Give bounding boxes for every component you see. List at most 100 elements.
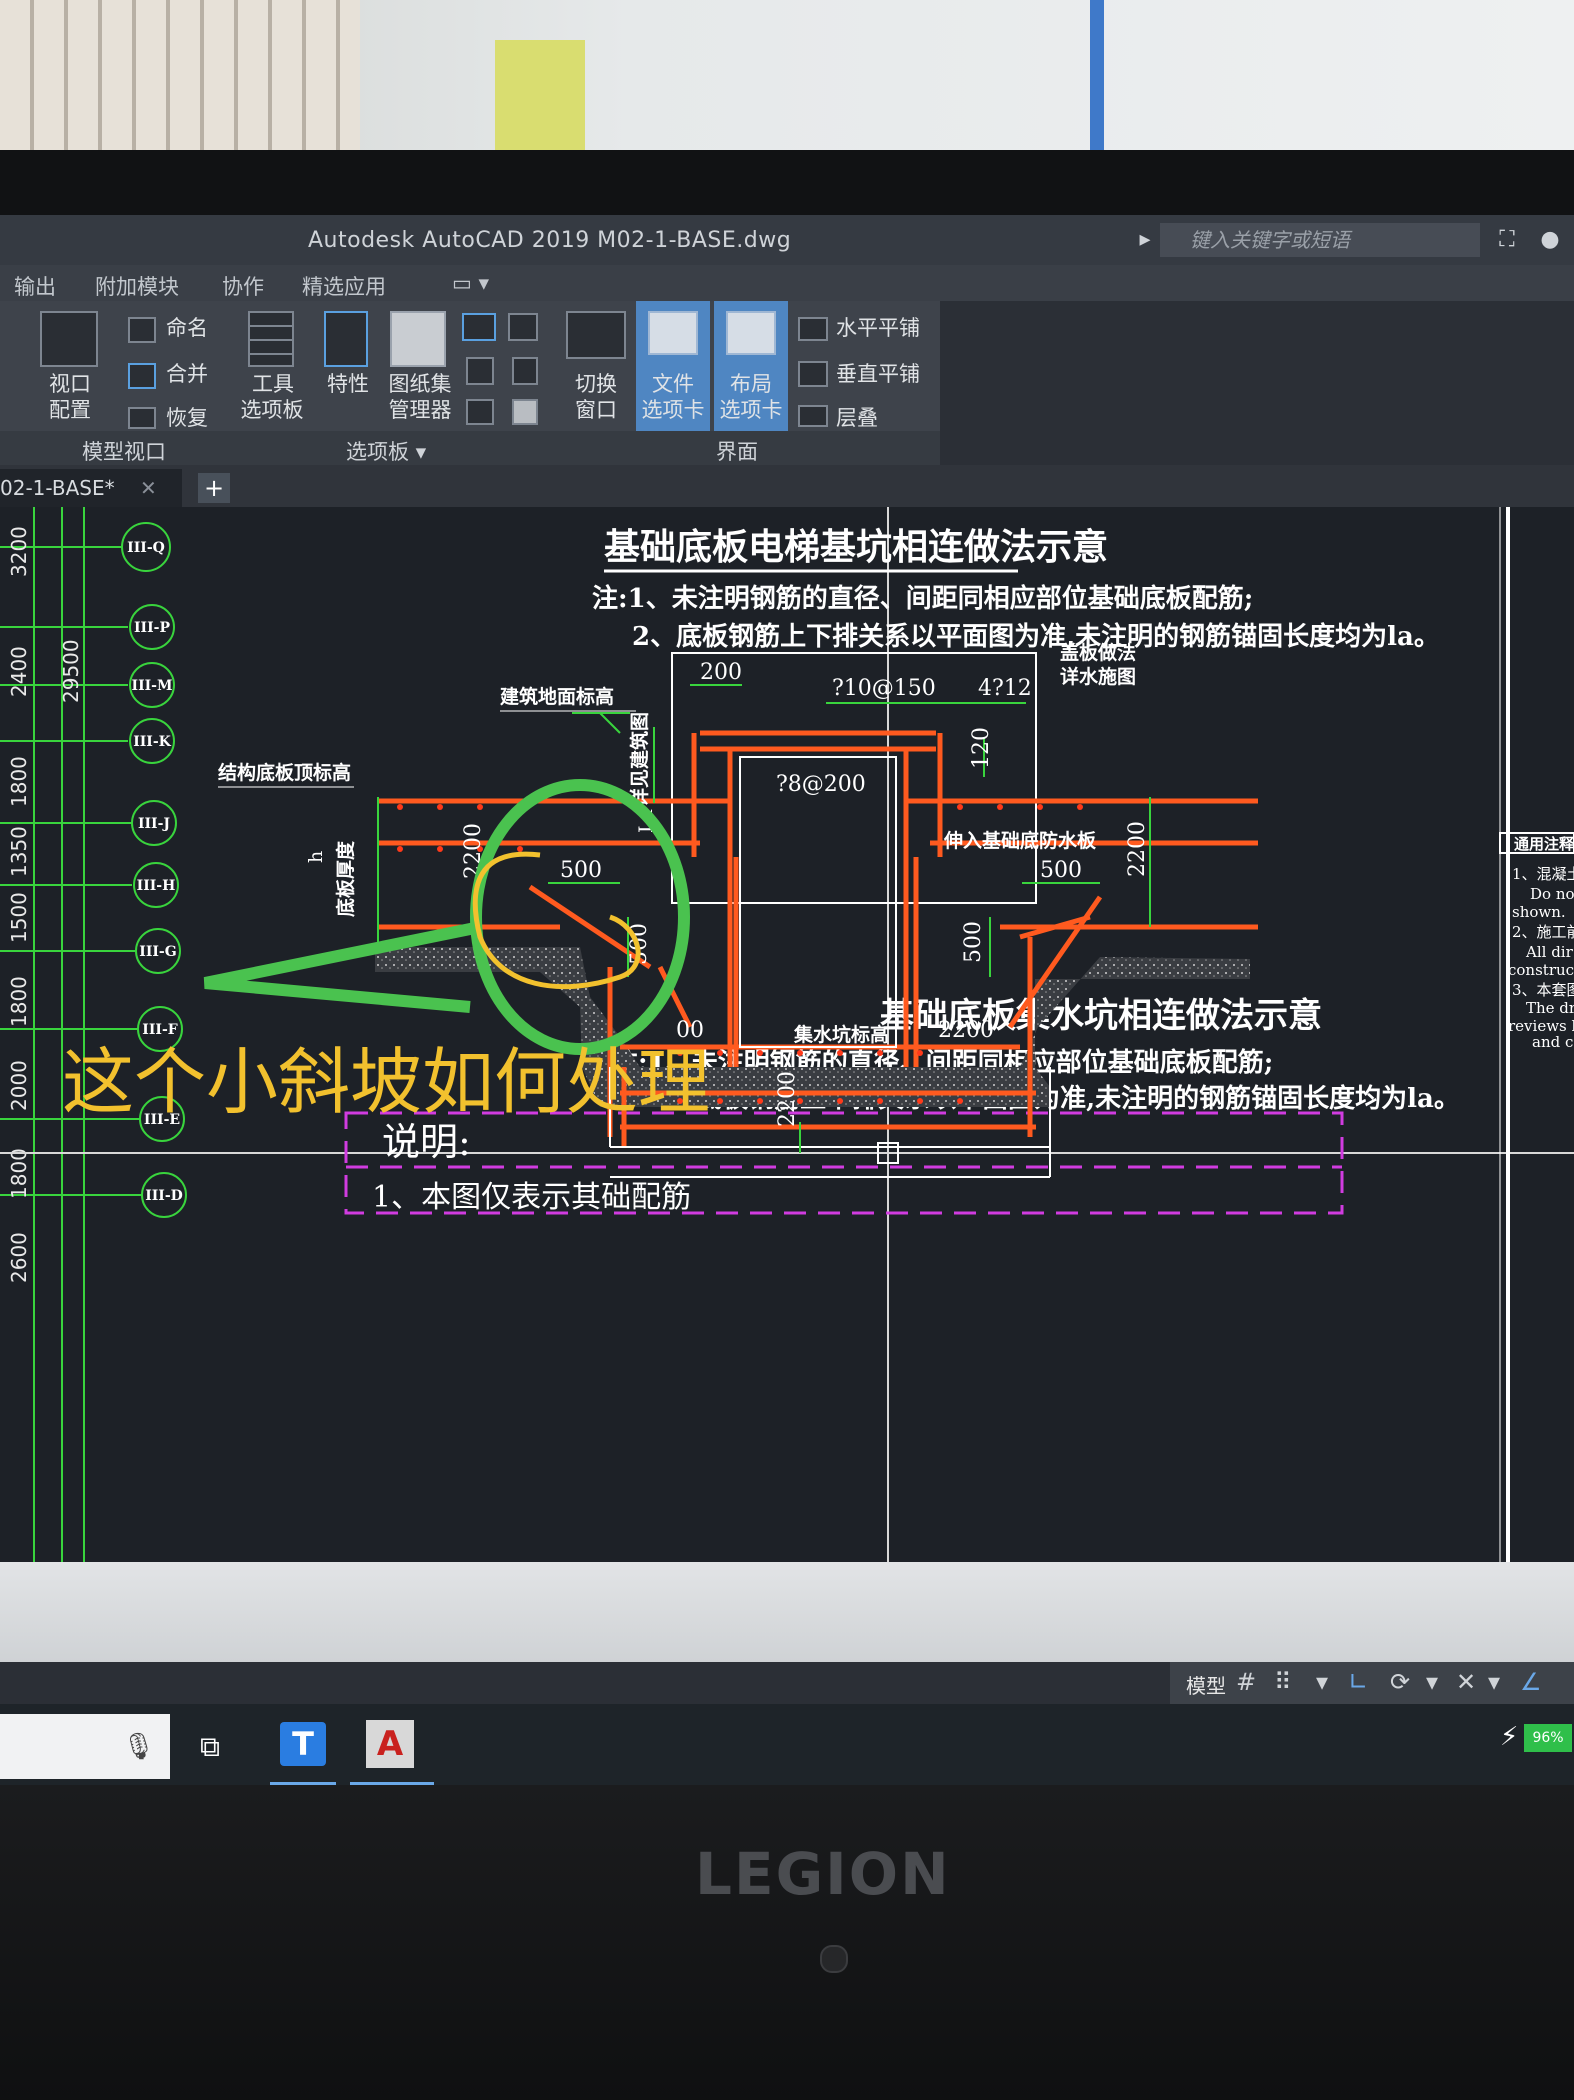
- calculator-icon[interactable]: [512, 357, 538, 385]
- switch-window-label1[interactable]: 切换: [566, 371, 626, 397]
- drawing-canvas[interactable]: III-Q III-P III-M III-K III-J III-H III-…: [0, 507, 1574, 1562]
- rename-button[interactable]: 命名: [166, 315, 208, 341]
- status-bar: 模型 # ⠿ ▾ ∟ ⟳ ▾ ✕ ▾ ∠: [1170, 1662, 1574, 1704]
- background-window: [0, 0, 360, 150]
- chevron-down-icon[interactable]: ▾: [1316, 1668, 1328, 1696]
- axis-label-d: III-D: [145, 1188, 183, 1204]
- brand-logo: LEGION: [695, 1840, 951, 1908]
- sheetset-label2[interactable]: 管理器: [382, 397, 458, 423]
- search-input[interactable]: 键入关键字或短语: [1160, 223, 1480, 257]
- battery-indicator[interactable]: 96%: [1524, 1724, 1572, 1752]
- merge-icon[interactable]: [128, 363, 156, 389]
- chevron-down-icon[interactable]: ▾: [1488, 1668, 1500, 1696]
- menu-output[interactable]: 输出: [14, 271, 56, 301]
- command-line-area[interactable]: [0, 1562, 1574, 1662]
- menu-collaborate[interactable]: 协作: [222, 271, 264, 301]
- layout-tabs-icon[interactable]: [726, 311, 776, 355]
- chevron-down-icon[interactable]: ▾: [1426, 1668, 1438, 1696]
- tile-horizontal-button[interactable]: 水平平铺: [836, 315, 920, 341]
- viewport-config-icon[interactable]: [40, 311, 98, 367]
- expand-arrow-icon[interactable]: ▸: [1130, 225, 1160, 255]
- polar-icon[interactable]: ⟳: [1390, 1668, 1410, 1696]
- task-view-icon[interactable]: ⧉: [200, 1730, 220, 1764]
- layout-tabs-label2[interactable]: 选项卡: [714, 397, 788, 423]
- snap-icon[interactable]: ⠿: [1274, 1668, 1292, 1696]
- monitor-bezel-top: [0, 150, 1574, 220]
- autocad-app-icon[interactable]: A: [366, 1720, 414, 1768]
- tools-label1[interactable]: 工具: [238, 371, 308, 397]
- table-icon[interactable]: [466, 399, 494, 425]
- viewport-config-label1[interactable]: 视口: [40, 371, 100, 397]
- close-tab-icon[interactable]: ✕: [140, 469, 157, 507]
- label-cover-method: 盖板做法: [1060, 641, 1136, 664]
- ortho-icon[interactable]: ∟: [1348, 1668, 1368, 1696]
- label-see-arch: 详见建筑图: [628, 712, 651, 807]
- dim-left-1350: 1350: [7, 826, 31, 877]
- command-line-icon[interactable]: [462, 313, 496, 341]
- panel-label-model-viewports[interactable]: 模型视口: [82, 436, 166, 466]
- tile-vertical-button[interactable]: 垂直平铺: [836, 361, 920, 387]
- panel-label-interface[interactable]: 界面: [716, 436, 758, 466]
- markup-icon[interactable]: [466, 357, 494, 385]
- sheetset-label1[interactable]: 图纸集: [382, 371, 458, 397]
- clipboard-icon[interactable]: [512, 399, 538, 425]
- properties-button[interactable]: 特性: [318, 371, 378, 397]
- grid-icon[interactable]: #: [1236, 1668, 1256, 1696]
- app-icon-t[interactable]: T: [280, 1722, 326, 1766]
- cad-drawing[interactable]: III-Q III-P III-M III-K III-J III-H III-…: [0, 507, 1574, 1562]
- dim-500-right: 500: [1040, 858, 1082, 883]
- switch-window-icon[interactable]: [566, 311, 626, 359]
- panel-label-palettes[interactable]: 选项板 ▾: [346, 436, 426, 466]
- document-tab[interactable]: 02-1-BASE* ✕: [0, 469, 182, 507]
- dim-left-2000: 2000: [7, 1060, 31, 1111]
- taskbar: 🎙 ⧉ T A ⚡ 96%: [0, 1704, 1574, 1785]
- dynamic-input-icon[interactable]: ∠: [1520, 1668, 1542, 1696]
- tile-vertical-icon[interactable]: [798, 361, 828, 387]
- dim-left-1800c: 1800: [7, 1148, 31, 1199]
- file-tabs-label2[interactable]: 选项卡: [636, 397, 710, 423]
- microphone-icon[interactable]: 🎙: [122, 1732, 155, 1762]
- explain-title: 说明:: [382, 1120, 471, 1164]
- dim-left-29500: 29500: [59, 639, 83, 703]
- label-struct-top: 结构底板顶标高: [218, 761, 351, 784]
- drawing-note1-line1: 注:1、未注明钢筋的直径、间距同相应部位基础底板配筋;: [592, 583, 1253, 614]
- menu-addins[interactable]: 附加模块: [95, 271, 179, 301]
- menu-featured-apps[interactable]: 精选应用: [302, 271, 386, 301]
- tool-palettes-icon[interactable]: [248, 311, 294, 367]
- new-tab-button[interactable]: +: [198, 473, 230, 503]
- title-bar: Autodesk AutoCAD 2019 M02-1-BASE.dwg ▸ 键…: [0, 215, 1574, 265]
- dim-200: 200: [700, 660, 742, 685]
- label-slab-thick: 底板厚度: [334, 840, 357, 917]
- dim-rebar-4-12: 4?12: [978, 676, 1032, 701]
- cascade-button[interactable]: 层叠: [836, 405, 878, 431]
- sheetset-icon[interactable]: [390, 311, 446, 367]
- cascade-icon[interactable]: [798, 405, 828, 427]
- merge-button[interactable]: 合并: [166, 361, 208, 387]
- osnap-icon[interactable]: ✕: [1456, 1668, 1476, 1696]
- design-center-icon[interactable]: [508, 313, 538, 341]
- layout-tabs-label1[interactable]: 布局: [714, 371, 788, 397]
- binoculars-icon[interactable]: ⛶: [1492, 225, 1522, 255]
- notes-line-3: shown.: [1512, 903, 1566, 921]
- rename-icon[interactable]: [128, 317, 156, 343]
- restore-icon[interactable]: [128, 407, 156, 429]
- dim-left-3200: 3200: [7, 526, 31, 577]
- ribbon-toggle-icon[interactable]: ▭ ▾: [452, 271, 489, 295]
- user-icon[interactable]: ●: [1535, 225, 1565, 255]
- axis-label-h: III-H: [137, 878, 176, 894]
- model-space-toggle[interactable]: 模型: [1186, 1670, 1226, 1699]
- tools-label2[interactable]: 选项板: [232, 397, 312, 423]
- explain-line-1: 1、本图仅表示其础配筋: [372, 1180, 691, 1215]
- notes-line-10: and c: [1532, 1033, 1573, 1051]
- switch-window-label2[interactable]: 窗口: [566, 397, 626, 423]
- notes-line-5: All dir: [1525, 943, 1574, 961]
- file-tabs-label1[interactable]: 文件: [636, 371, 710, 397]
- tile-horizontal-icon[interactable]: [798, 317, 828, 341]
- properties-icon[interactable]: [324, 311, 368, 367]
- restore-button[interactable]: 恢复: [166, 405, 208, 431]
- dim-left-1500: 1500: [7, 892, 31, 943]
- file-tabs-icon[interactable]: [648, 311, 698, 355]
- dim-rebar-8-200: ?8@200: [776, 772, 866, 797]
- ribbon-panel-labels: 模型视口 选项板 ▾ 界面: [0, 431, 940, 465]
- viewport-config-label2[interactable]: 配置: [40, 397, 100, 423]
